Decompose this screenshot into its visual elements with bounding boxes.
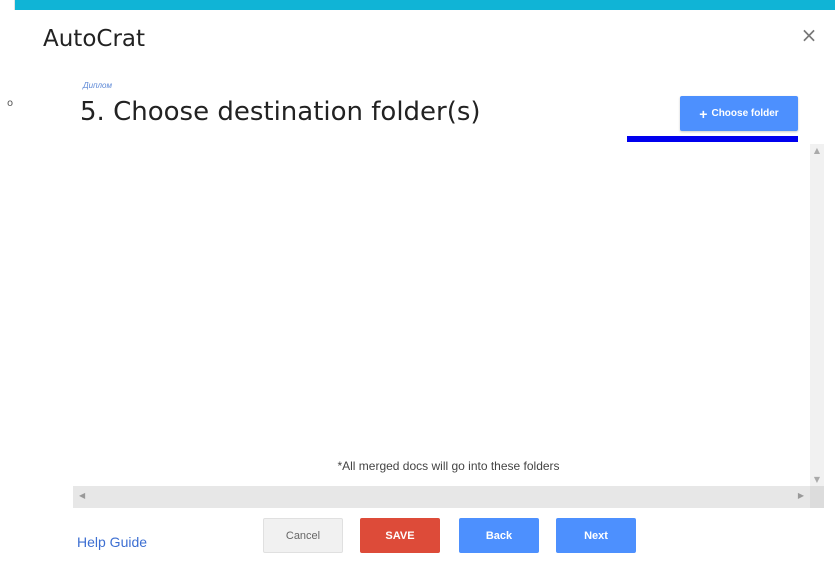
choose-folder-label: Choose folder — [711, 108, 779, 119]
scroll-right-arrow-icon[interactable]: ▶ — [798, 491, 804, 500]
background-cell-text: o — [7, 98, 14, 109]
back-button[interactable]: Back — [459, 518, 539, 553]
scrollbar-corner — [810, 486, 824, 508]
close-icon[interactable]: × — [798, 24, 820, 46]
horizontal-scrollbar[interactable]: ◀ ▶ — [73, 486, 810, 508]
background-spreadsheet-strip: o — [0, 0, 15, 573]
cancel-button[interactable]: Cancel — [263, 518, 343, 553]
scroll-left-arrow-icon[interactable]: ◀ — [79, 491, 85, 500]
merge-note: *All merged docs will go into these fold… — [337, 459, 560, 473]
autocrat-dialog: AutoCrat × Диплом 5. Choose destination … — [14, 10, 835, 573]
scroll-down-arrow-icon[interactable]: ▼ — [810, 475, 824, 484]
scroll-up-arrow-icon[interactable]: ▲ — [810, 146, 824, 155]
vertical-scrollbar[interactable]: ▲ ▼ — [810, 144, 824, 486]
breadcrumb: Диплом — [83, 81, 112, 90]
folder-list-area: *All merged docs will go into these fold… — [73, 142, 824, 510]
help-guide-link[interactable]: Help Guide — [77, 534, 147, 550]
choose-folder-button[interactable]: + Choose folder — [680, 96, 798, 131]
next-button[interactable]: Next — [556, 518, 636, 553]
save-button[interactable]: SAVE — [360, 518, 440, 553]
step-title: 5. Choose destination folder(s) — [80, 97, 481, 127]
dialog-title: AutoCrat — [43, 26, 146, 52]
plus-icon: + — [699, 105, 708, 122]
